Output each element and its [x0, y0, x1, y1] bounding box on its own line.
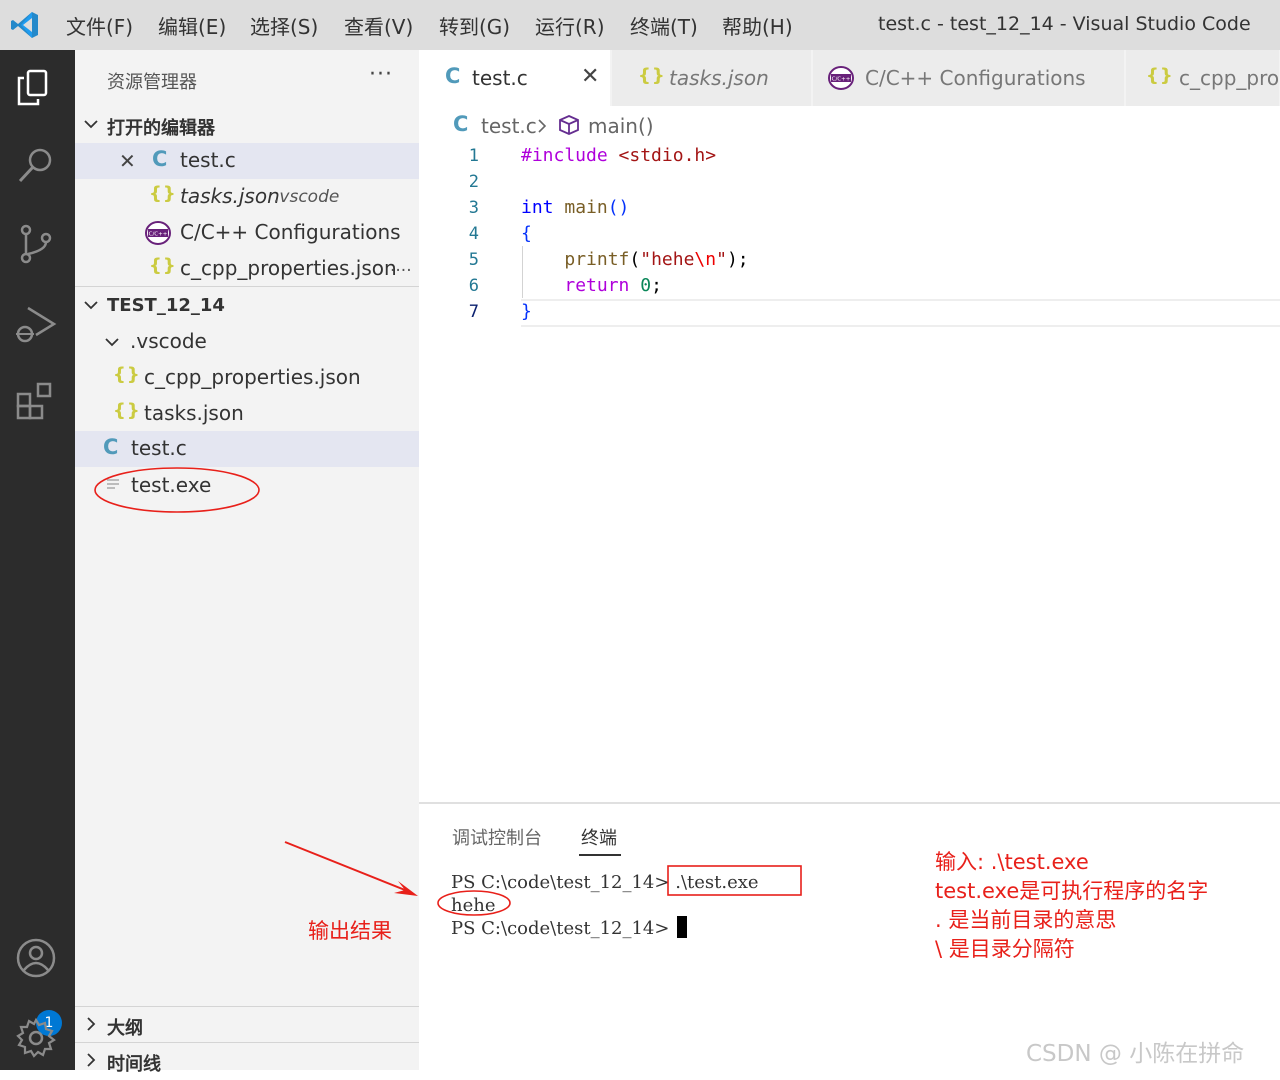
line-number: 2	[468, 172, 479, 192]
settings-gear-icon[interactable]	[14, 1016, 58, 1060]
open-editor-test-c[interactable]: ✕ C test.c	[75, 143, 419, 179]
section-divider	[75, 1006, 419, 1007]
tab-terminal[interactable]: 终端	[581, 824, 617, 850]
line-number: 3	[468, 198, 479, 218]
bottom-panel: 调试控制台 终端 PS C:\code\test_12_14> .\test.e…	[419, 802, 1280, 1070]
window-title: test.c - test_12_14 - Visual Studio Code	[878, 13, 1251, 35]
terminal-line-3: PS C:\code\test_12_14>	[451, 918, 670, 939]
editor-tab-bar: C test.c ✕ {} tasks.json C/C++ C/C++ Con…	[419, 50, 1280, 106]
terminal-cursor	[677, 916, 687, 938]
annotation-note-1: 输入: .\test.exe	[935, 850, 1089, 874]
chevron-down-icon	[105, 338, 119, 347]
open-editor-tasks-json[interactable]: {} tasks.json .vscode	[75, 179, 419, 215]
more-actions-icon[interactable]: ···	[369, 62, 393, 87]
json-file-icon: {}	[638, 65, 666, 86]
c-file-icon: C	[103, 435, 119, 459]
json-file-icon: {}	[149, 255, 177, 276]
tree-file-test-c[interactable]: C test.c	[75, 431, 419, 467]
breadcrumb: C test.c main()	[419, 106, 1280, 144]
svg-text:C/C++: C/C++	[832, 77, 851, 83]
search-icon[interactable]	[14, 144, 58, 188]
tab-c-cpp-properties[interactable]: {} c_cpp_prop	[1126, 50, 1280, 106]
open-editor-cpp-configurations[interactable]: C/C++ C/C++ Configurations	[75, 215, 419, 251]
vscode-logo-icon	[11, 12, 38, 38]
active-tab-indicator	[579, 854, 621, 856]
title-bar: 文件(F) 编辑(E) 选择(S) 查看(V) 转到(G) 运行(R) 终端(T…	[0, 0, 1280, 50]
cpp-config-icon: C/C++	[828, 66, 854, 90]
tree-file-c-cpp-properties[interactable]: {} c_cpp_properties.json	[75, 360, 419, 396]
open-editor-c-cpp-properties[interactable]: {} c_cpp_properties.json ....	[75, 251, 419, 287]
terminal-line-1: PS C:\code\test_12_14> .\test.exe	[451, 872, 759, 893]
line-number: 7	[468, 302, 479, 322]
tree-file-tasks-json[interactable]: {} tasks.json	[75, 396, 419, 432]
menu-help[interactable]: 帮助(H)	[722, 11, 793, 40]
line-number: 5	[468, 250, 479, 270]
source-control-icon[interactable]	[14, 222, 58, 266]
tab-test-c[interactable]: C test.c ✕	[419, 50, 611, 106]
tab-debug-console[interactable]: 调试控制台	[452, 824, 542, 850]
json-file-icon: {}	[1146, 65, 1174, 86]
cpp-config-icon: C/C++	[145, 221, 171, 245]
accounts-icon[interactable]	[14, 936, 58, 980]
svg-text:C/C++: C/C++	[149, 232, 168, 238]
annotation-note-2: test.exe是可执行程序的名字	[935, 879, 1209, 903]
code-line-4: {	[521, 223, 532, 244]
outline-header[interactable]: 大纲	[75, 1010, 419, 1044]
section-divider	[75, 286, 419, 287]
chevron-right-icon	[538, 119, 547, 133]
code-line-7: }	[521, 301, 532, 322]
tree-folder-vscode[interactable]: .vscode	[75, 324, 419, 360]
c-file-icon: C	[445, 64, 461, 88]
timeline-header[interactable]: 时间线	[75, 1046, 419, 1080]
open-editors-header[interactable]: 打开的编辑器	[75, 110, 419, 144]
annotation-note-3: . 是当前目录的意思	[935, 908, 1117, 932]
close-icon[interactable]: ✕	[581, 64, 599, 89]
section-divider	[75, 1042, 419, 1043]
code-editor[interactable]: 1 2 3 4 5 6 7 #include <stdio.h> int mai…	[419, 144, 1280, 802]
chevron-down-icon	[84, 120, 98, 129]
tab-cpp-configurations[interactable]: C/C++ C/C++ Configurations	[813, 50, 1125, 106]
c-file-icon: C	[152, 147, 168, 171]
current-line-highlight	[521, 299, 1280, 327]
line-number: 4	[468, 224, 479, 244]
code-line-6: return 0;	[564, 275, 662, 296]
code-line-5: printf("hehe\n");	[564, 249, 749, 270]
code-line-1: #include <stdio.h>	[521, 145, 717, 166]
folder-header[interactable]: TEST_12_14	[75, 291, 419, 325]
menu-selection[interactable]: 选择(S)	[250, 11, 318, 40]
file-icon	[107, 479, 119, 489]
menu-run[interactable]: 运行(R)	[535, 11, 605, 40]
menu-terminal[interactable]: 终端(T)	[630, 11, 698, 40]
extensions-icon[interactable]	[14, 380, 58, 424]
tab-tasks-json[interactable]: {} tasks.json	[612, 50, 812, 106]
watermark: CSDN @ 小陈在拼命	[1026, 1041, 1245, 1067]
menu-go[interactable]: 转到(G)	[439, 11, 510, 40]
c-file-icon: C	[453, 112, 469, 136]
close-icon[interactable]: ✕	[119, 149, 136, 173]
explorer-icon[interactable]	[14, 66, 58, 110]
line-number: 1	[468, 146, 479, 166]
run-debug-icon[interactable]	[14, 302, 58, 346]
tree-file-test-exe[interactable]: test.exe	[75, 468, 419, 504]
json-file-icon: {}	[149, 183, 177, 204]
explorer-title: 资源管理器	[107, 72, 197, 93]
menu-file[interactable]: 文件(F)	[66, 11, 133, 40]
terminal-line-2: hehe	[451, 895, 496, 916]
breadcrumb-symbol[interactable]: main()	[588, 114, 654, 138]
method-cube-icon	[559, 115, 579, 135]
annotation-note-4: \ 是目录分隔符	[935, 937, 1075, 961]
chevron-right-icon	[87, 1017, 96, 1031]
activity-bar: 1	[0, 50, 75, 1070]
code-line-3: int main()	[521, 197, 630, 218]
menu-edit[interactable]: 编辑(E)	[158, 11, 226, 40]
json-file-icon: {}	[113, 400, 141, 421]
chevron-down-icon	[84, 301, 98, 310]
chevron-right-icon	[87, 1053, 96, 1067]
json-file-icon: {}	[113, 364, 141, 385]
annotation-output-label: 输出结果	[308, 919, 392, 943]
breadcrumb-file[interactable]: test.c	[481, 114, 537, 138]
line-number: 6	[468, 276, 479, 296]
menu-view[interactable]: 查看(V)	[344, 11, 413, 40]
